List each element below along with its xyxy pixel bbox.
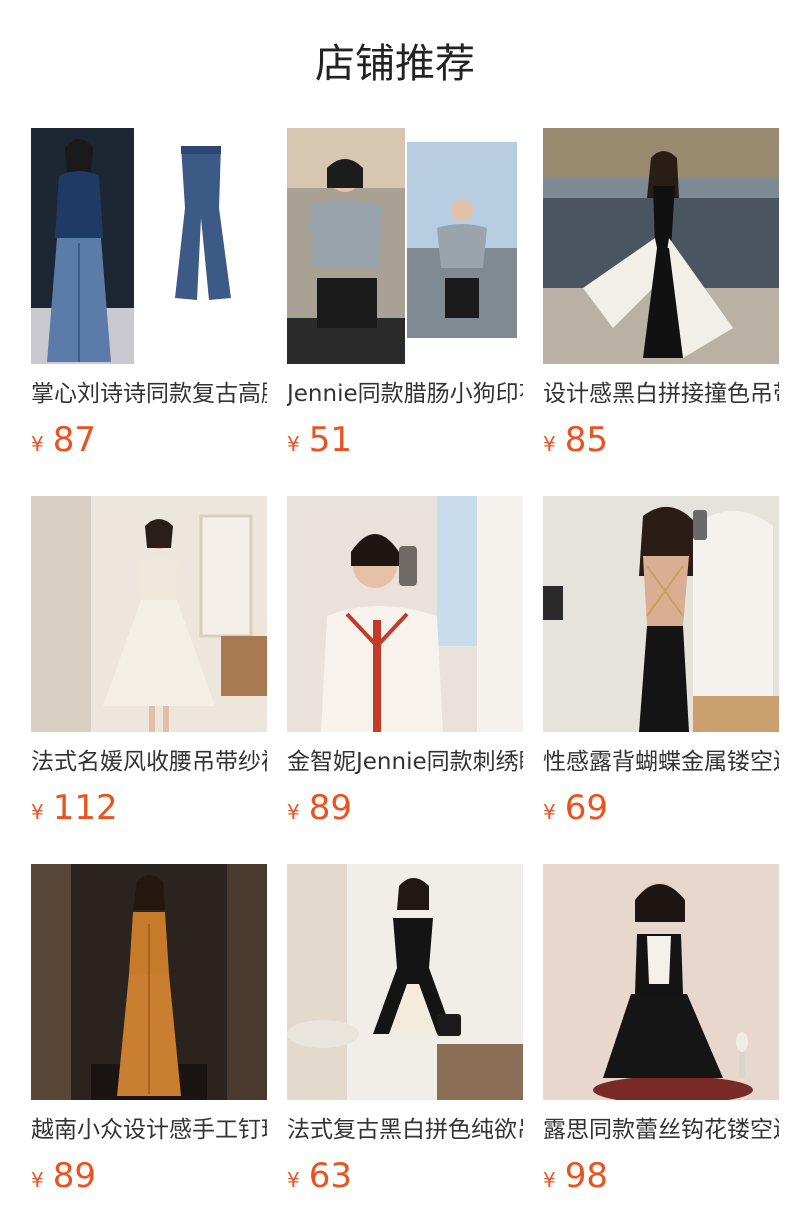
product-photo-mini-dress xyxy=(287,864,523,1100)
product-photo-orange-dress xyxy=(31,864,267,1100)
product-photo-red-trim-shirt xyxy=(287,496,523,732)
product-price: ¥ 69 xyxy=(543,788,779,828)
product-photo-backless-dress xyxy=(543,496,779,732)
product-card[interactable]: 越南小众设计感手工钉珠长裙 ¥ 89 xyxy=(31,864,267,1232)
product-photo-lace-dress xyxy=(543,864,779,1100)
store-recommendations-page: 店铺推荐 掌心刘诗诗同款复古高腰喇叭牛仔裤 xyxy=(0,0,790,1232)
price-value: 87 xyxy=(52,420,96,460)
product-image[interactable] xyxy=(287,496,523,732)
price-value: 98 xyxy=(564,1156,608,1196)
product-image[interactable] xyxy=(543,128,779,364)
product-photo-jeans xyxy=(31,128,267,364)
product-card[interactable]: 露思同款蕾丝钩花镂空连衣裙 ¥ 98 xyxy=(543,864,779,1232)
product-card[interactable]: 性感露背蝴蝶金属镂空连衣裙 ¥ 69 xyxy=(543,496,779,864)
product-card[interactable]: 掌心刘诗诗同款复古高腰喇叭牛仔裤 ¥ 87 xyxy=(31,128,267,496)
product-card[interactable]: 法式名媛风收腰吊带纱裙连衣裙 ¥ 112 xyxy=(31,496,267,864)
product-image[interactable] xyxy=(287,128,523,364)
product-image[interactable] xyxy=(543,496,779,732)
currency-symbol: ¥ xyxy=(31,800,44,824)
product-card[interactable]: Jennie同款腊肠小狗印花短袖T恤 ¥ 51 xyxy=(287,128,523,496)
product-name[interactable]: 掌心刘诗诗同款复古高腰喇叭牛仔裤 xyxy=(31,378,267,410)
currency-symbol: ¥ xyxy=(543,1168,556,1192)
product-image[interactable] xyxy=(287,864,523,1100)
product-name[interactable]: 金智妮Jennie同款刺绣睡衣衬衫 xyxy=(287,746,523,778)
currency-symbol: ¥ xyxy=(31,432,44,456)
product-price: ¥ 89 xyxy=(287,788,523,828)
currency-symbol: ¥ xyxy=(543,432,556,456)
currency-symbol: ¥ xyxy=(287,432,300,456)
price-value: 63 xyxy=(308,1156,352,1196)
product-image[interactable] xyxy=(31,496,267,732)
product-price: ¥ 63 xyxy=(287,1156,523,1196)
product-name[interactable]: 露思同款蕾丝钩花镂空连衣裙 xyxy=(543,1114,779,1146)
product-image[interactable] xyxy=(31,128,267,364)
product-name[interactable]: 设计感黑白拼接撞色吊带连衣裙 xyxy=(543,378,779,410)
product-price: ¥ 87 xyxy=(31,420,267,460)
product-photo-tulle-dress xyxy=(31,496,267,732)
price-value: 89 xyxy=(52,1156,96,1196)
product-card[interactable]: 金智妮Jennie同款刺绣睡衣衬衫 ¥ 89 xyxy=(287,496,523,864)
product-grid: 掌心刘诗诗同款复古高腰喇叭牛仔裤 ¥ 87 xyxy=(31,128,779,1232)
product-price: ¥ 98 xyxy=(543,1156,779,1196)
currency-symbol: ¥ xyxy=(543,800,556,824)
currency-symbol: ¥ xyxy=(287,1168,300,1192)
product-name[interactable]: 性感露背蝴蝶金属镂空连衣裙 xyxy=(543,746,779,778)
currency-symbol: ¥ xyxy=(287,800,300,824)
product-photo-tee xyxy=(287,128,523,364)
product-name[interactable]: 法式名媛风收腰吊带纱裙连衣裙 xyxy=(31,746,267,778)
product-image[interactable] xyxy=(31,864,267,1100)
product-photo-flowing-dress xyxy=(543,128,779,364)
product-price: ¥ 89 xyxy=(31,1156,267,1196)
price-value: 112 xyxy=(52,788,118,828)
product-price: ¥ 85 xyxy=(543,420,779,460)
product-card[interactable]: 设计感黑白拼接撞色吊带连衣裙 ¥ 85 xyxy=(543,128,779,496)
product-name[interactable]: 越南小众设计感手工钉珠长裙 xyxy=(31,1114,267,1146)
product-price: ¥ 112 xyxy=(31,788,267,828)
price-value: 89 xyxy=(308,788,352,828)
price-value: 51 xyxy=(308,420,352,460)
product-name[interactable]: 法式复古黑白拼色纯欲吊带裙 xyxy=(287,1114,523,1146)
product-name[interactable]: Jennie同款腊肠小狗印花短袖T恤 xyxy=(287,378,523,410)
currency-symbol: ¥ xyxy=(31,1168,44,1192)
page-title: 店铺推荐 xyxy=(315,41,475,87)
product-price: ¥ 51 xyxy=(287,420,523,460)
price-value: 85 xyxy=(564,420,608,460)
product-image[interactable] xyxy=(543,864,779,1100)
price-value: 69 xyxy=(564,788,608,828)
product-card[interactable]: 法式复古黑白拼色纯欲吊带裙 ¥ 63 xyxy=(287,864,523,1232)
